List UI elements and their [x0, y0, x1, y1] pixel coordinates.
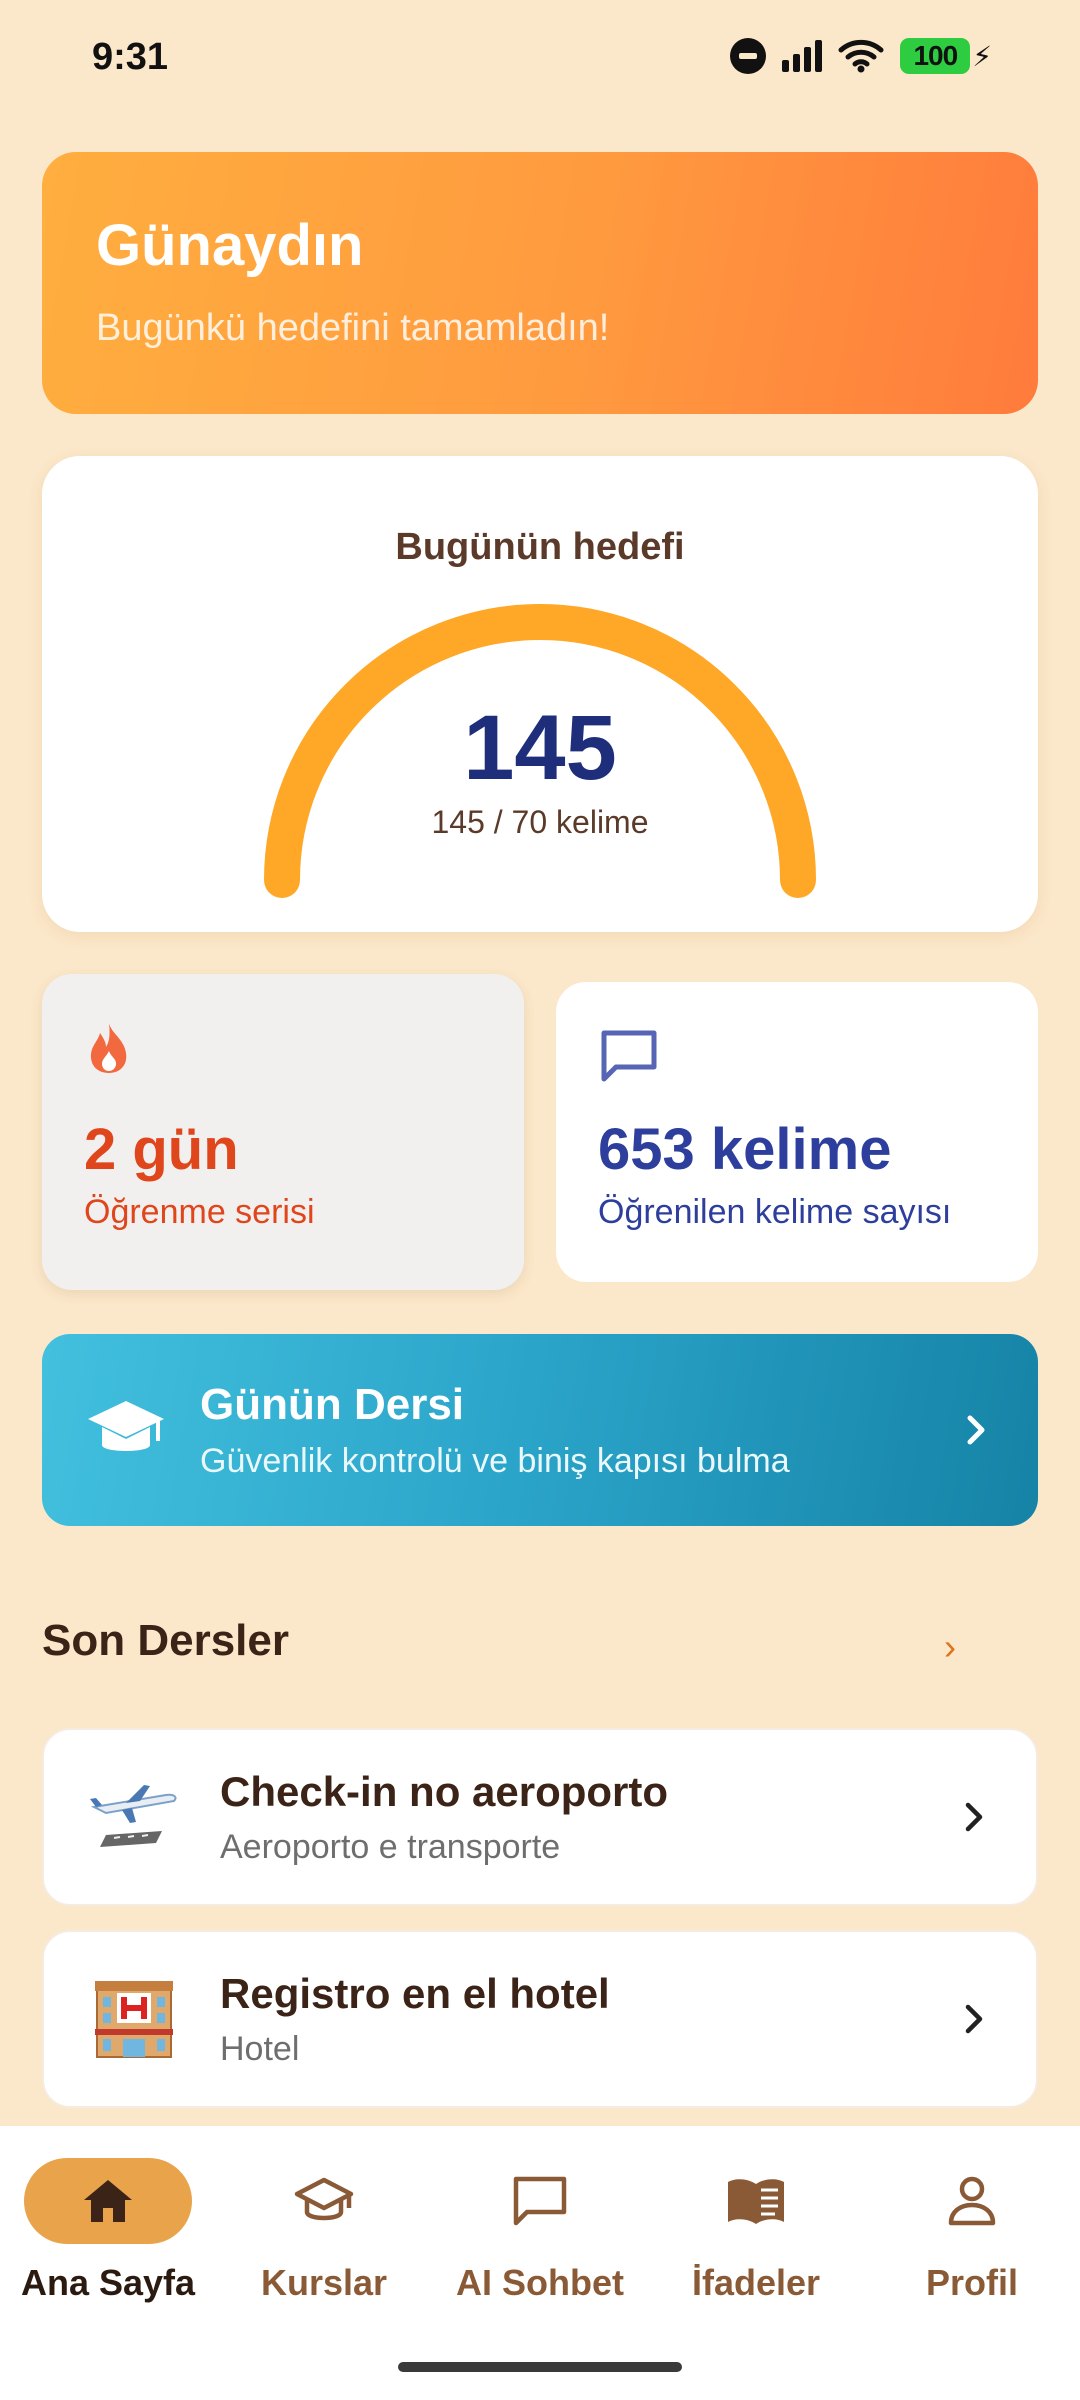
nav-label: İfadeler: [691, 2262, 821, 2303]
recent-lesson-item[interactable]: Check-in no aeroporto Aeroporto e transp…: [42, 1728, 1038, 1906]
signal-icon: [782, 40, 823, 72]
recent-lessons-title: Son Dersler: [42, 1616, 289, 1665]
daily-lesson-card[interactable]: Günün Dersi Güvenlik kontrolü ve biniş k…: [42, 1334, 1038, 1526]
stat-icon-wrap: [598, 1026, 996, 1086]
status-icons: 100 ⚡: [730, 38, 992, 74]
words-value: 653 kelime: [598, 1117, 892, 1182]
nav-item-courses[interactable]: Kurslar: [224, 2158, 424, 2304]
daily-icon-wrap: [84, 1397, 168, 1463]
nav-label: Kurslar: [260, 2262, 388, 2303]
goal-progress-text: 145 / 70 kelime: [431, 804, 649, 840]
nav-label: Ana Sayfa: [20, 2262, 196, 2303]
daily-lesson-title: Günün Dersi: [200, 1379, 465, 1429]
nav-item-phrases[interactable]: İfadeler: [656, 2158, 856, 2304]
daily-lesson-subtitle: Güvenlik kontrolü ve biniş kapısı bulma: [200, 1441, 790, 1480]
nav-icon-wrap: [224, 2158, 424, 2244]
lesson-text: Check-in no aeroporto Aeroporto e transp…: [220, 1768, 954, 1867]
streak-value: 2 gün: [84, 1117, 239, 1182]
battery-indicator: 100 ⚡: [900, 38, 992, 74]
chat-bubble-icon: [601, 1030, 657, 1082]
nav-label: Profil: [925, 2262, 1018, 2303]
bottom-navigation: Ana Sayfa Kurslar AI Sohbet İfadeler Pro…: [0, 2126, 1080, 2400]
daily-text: Günün Dersi Güvenlik kontrolü ve biniş k…: [200, 1380, 956, 1481]
flame-icon: [90, 1023, 127, 1073]
lesson-title: Registro en el hotel: [220, 1969, 610, 2017]
nav-item-profile[interactable]: Profil: [872, 2158, 1072, 2304]
chevron-right-icon: [965, 1802, 983, 1832]
home-icon: [84, 2180, 132, 2222]
book-icon: [728, 2179, 784, 2224]
learned-words-card[interactable]: 653 kelime Öğrenilen kelime sayısı: [556, 982, 1038, 1282]
nav-icon-wrap: [656, 2158, 856, 2244]
do-not-disturb-icon: [730, 38, 767, 74]
greeting-title: Günaydın: [96, 213, 364, 278]
see-all-button[interactable]: ›: [944, 1626, 956, 1668]
status-time: 9:31: [92, 36, 169, 78]
daily-goal-card: Bugünün hedefi 145 145 / 70 kelime: [42, 456, 1038, 932]
greeting-banner: Günaydın Bugünkü hedefini tamamladın!: [42, 152, 1038, 414]
goal-value: 145: [463, 697, 617, 799]
lesson-title: Check-in no aeroporto: [220, 1767, 669, 1815]
goal-title: Bugünün hedefi: [395, 526, 685, 568]
stat-icon-wrap: [84, 1018, 482, 1078]
recent-lesson-item[interactable]: Registro en el hotel Hotel: [42, 1930, 1038, 2108]
lesson-thumb: [86, 1971, 182, 2067]
chat-icon: [513, 2176, 567, 2226]
lesson-subtitle: Aeroporto e transporte: [220, 1827, 561, 1866]
greeting-subtitle: Bugünkü hedefini tamamladın!: [96, 307, 610, 349]
courses-icon: [294, 2177, 354, 2221]
lesson-text: Registro en el hotel Hotel: [220, 1970, 954, 2069]
battery-level: 100: [900, 38, 971, 74]
words-label: Öğrenilen kelime sayısı: [598, 1193, 952, 1231]
streak-card[interactable]: 2 gün Öğrenme serisi: [42, 974, 524, 1290]
lesson-subtitle: Hotel: [220, 2029, 300, 2068]
airplane-icon: [90, 1785, 177, 1847]
hotel-icon: [95, 1981, 173, 2058]
lesson-thumb: [86, 1769, 182, 1865]
chevron-right-icon: [965, 2004, 983, 2034]
home-indicator[interactable]: [398, 2362, 682, 2372]
nav-item-ai-chat[interactable]: AI Sohbet: [440, 2158, 640, 2304]
nav-icon-wrap: [872, 2158, 1072, 2244]
graduation-cap-icon: [88, 1401, 164, 1451]
nav-icon-wrap: [24, 2158, 192, 2244]
chevron-right-icon: [967, 1415, 985, 1445]
nav-icon-wrap: [440, 2158, 640, 2244]
nav-item-home[interactable]: Ana Sayfa: [8, 2158, 208, 2304]
nav-label: AI Sohbet: [456, 2262, 624, 2303]
streak-label: Öğrenme serisi: [84, 1193, 315, 1231]
status-bar: 9:31 100 ⚡: [0, 0, 1080, 120]
wifi-icon: [838, 39, 884, 73]
profile-icon: [948, 2176, 996, 2226]
charging-icon: ⚡: [972, 40, 992, 72]
